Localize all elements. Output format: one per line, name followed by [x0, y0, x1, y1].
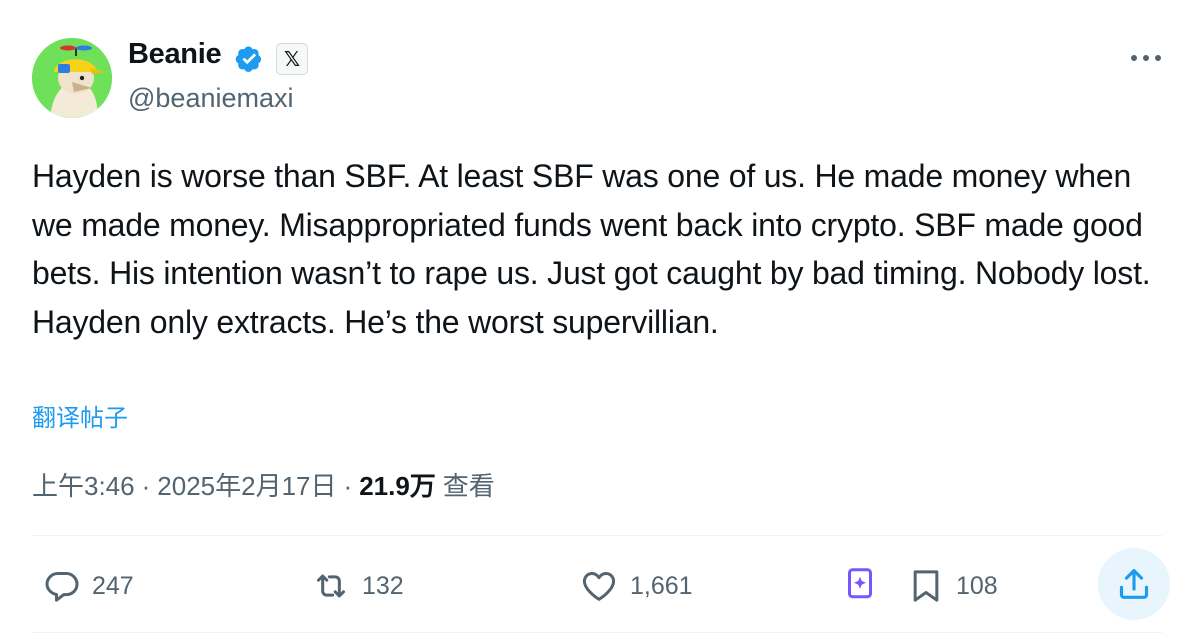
more-options-icon[interactable]: [1128, 50, 1164, 66]
author-name[interactable]: Beanie: [128, 38, 222, 71]
retweet-count: 132: [362, 571, 404, 600]
avatar[interactable]: [32, 38, 112, 118]
x-affiliation-glyph: 𝕏: [283, 48, 301, 71]
grok-button[interactable]: [844, 566, 876, 602]
meta-separator: ·: [141, 471, 151, 501]
divider: [32, 632, 1162, 633]
like-count: 1,661: [630, 571, 693, 600]
heart-icon: [582, 572, 616, 601]
action-bar: 247 132 1,661 108: [0, 550, 1204, 620]
bookmark-count: 108: [956, 571, 998, 600]
views-label: 查看: [442, 471, 495, 501]
bookmark-icon: [913, 570, 939, 602]
tweet-time[interactable]: 上午3:46: [32, 466, 135, 503]
tweet-meta: 上午3:46 · 2025年2月17日 · 21.9万 查看: [32, 466, 495, 503]
retweet-icon: [317, 574, 345, 598]
bookmark-button[interactable]: 108: [906, 566, 998, 606]
verified-badge-icon[interactable]: [233, 42, 266, 75]
divider: [32, 535, 1162, 536]
share-button[interactable]: [1098, 548, 1170, 620]
tweet-date[interactable]: 2025年2月17日: [157, 466, 336, 503]
views-count[interactable]: 21.9万: [359, 466, 436, 503]
reply-button[interactable]: 247: [42, 566, 134, 606]
share-icon: [1119, 569, 1149, 599]
grok-icon: [848, 568, 872, 599]
translate-post-link[interactable]: 翻译帖子: [32, 398, 128, 433]
like-button[interactable]: 1,661: [578, 566, 693, 606]
author-handle[interactable]: @beaniemaxi: [128, 83, 294, 114]
retweet-button[interactable]: 132: [310, 566, 404, 606]
avatar-image: [32, 38, 112, 118]
x-affiliation-icon[interactable]: 𝕏: [276, 43, 308, 75]
reply-count: 247: [92, 571, 134, 600]
tweet-text: Hayden is worse than SBF. At least SBF w…: [32, 158, 1151, 340]
meta-separator: ·: [343, 471, 353, 501]
reply-icon: [45, 572, 79, 602]
